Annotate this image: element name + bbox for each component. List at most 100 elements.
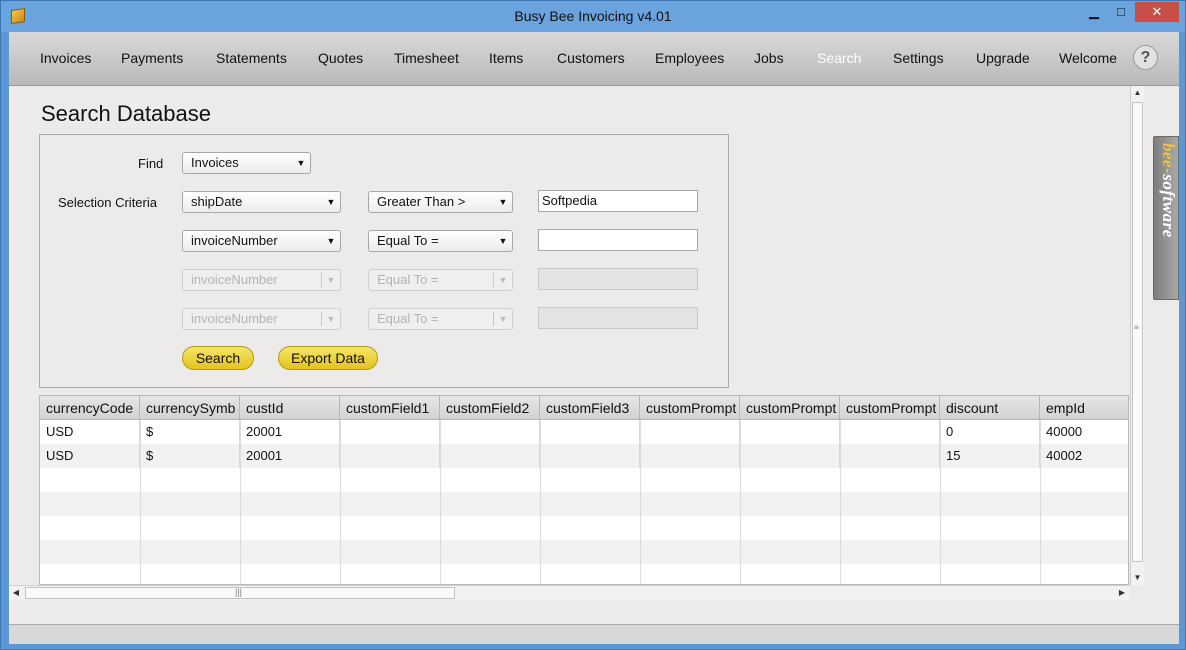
table-cell: $: [140, 420, 240, 444]
table-cell: [340, 420, 440, 444]
table-cell: 15: [940, 444, 1040, 468]
chevron-down-icon: ▼: [326, 236, 336, 246]
column-header[interactable]: customPrompt: [640, 396, 740, 420]
chevron-down-icon: ▼: [498, 275, 508, 285]
chevron-down-icon: ▼: [326, 197, 336, 207]
criteria-field-dropdown-2[interactable]: invoiceNumber ▼: [182, 230, 341, 252]
nav-search[interactable]: Search: [817, 50, 861, 66]
column-header[interactable]: empId: [1040, 396, 1128, 420]
nav-employees[interactable]: Employees: [655, 50, 724, 66]
nav-customers[interactable]: Customers: [557, 50, 625, 66]
table-cell: 40000: [1040, 420, 1128, 444]
minimize-button[interactable]: ▁: [1082, 2, 1106, 22]
vertical-scroll-thumb[interactable]: [1132, 102, 1143, 562]
empty-row: [40, 468, 1128, 492]
criteria-field-dropdown-1[interactable]: shipDate ▼: [182, 191, 341, 213]
horizontal-scrollbar[interactable]: ◀ ||| ▶: [9, 585, 1129, 600]
column-header[interactable]: customPrompt: [740, 396, 840, 420]
table-header: currencyCode currencySymb custId customF…: [40, 396, 1128, 420]
table-cell: [340, 444, 440, 468]
export-data-button[interactable]: Export Data: [278, 346, 378, 370]
table-cell: [540, 444, 640, 468]
table-cell: [840, 420, 940, 444]
nav-timesheet[interactable]: Timesheet: [394, 50, 459, 66]
help-icon[interactable]: ?: [1133, 45, 1158, 70]
brand-logo-text: bee-software: [1159, 143, 1178, 238]
column-header[interactable]: currencyCode: [40, 396, 140, 420]
table-cell: [440, 444, 540, 468]
chevron-down-icon: ▼: [296, 158, 306, 168]
grip-icon: ≡: [1134, 323, 1139, 332]
scroll-up-icon[interactable]: ▲: [1131, 86, 1144, 100]
table-cell: 0: [940, 420, 1040, 444]
search-button[interactable]: Search: [182, 346, 254, 370]
results-table: currencyCode currencySymb custId customF…: [39, 395, 1129, 585]
empty-row: [40, 564, 1128, 584]
selection-criteria-label: Selection Criteria: [58, 195, 157, 210]
column-header[interactable]: customPrompt: [840, 396, 940, 420]
criteria-field-value: invoiceNumber: [191, 311, 278, 326]
maximize-button[interactable]: □: [1109, 2, 1133, 22]
nav-settings[interactable]: Settings: [893, 50, 944, 66]
empty-row: [40, 516, 1128, 540]
criteria-field-dropdown-3: invoiceNumber ▼: [182, 269, 341, 291]
nav-upgrade[interactable]: Upgrade: [976, 50, 1030, 66]
criteria-value-input-4: [538, 307, 698, 329]
criteria-field-dropdown-4: invoiceNumber ▼: [182, 308, 341, 330]
nav-statements[interactable]: Statements: [216, 50, 287, 66]
scroll-right-icon[interactable]: ▶: [1115, 586, 1129, 600]
chevron-down-icon: ▼: [498, 197, 508, 207]
table-cell: [640, 444, 740, 468]
title-bar[interactable]: Busy Bee Invoicing v4.01 ▁ □ ✕: [1, 1, 1185, 32]
table-row[interactable]: USD $ 20001 15 40002: [40, 444, 1128, 468]
table-row[interactable]: USD $ 20001 0 40000: [40, 420, 1128, 444]
find-dropdown-value: Invoices: [191, 155, 239, 170]
criteria-value-input-1[interactable]: Softpedia: [538, 190, 698, 212]
empty-row: [40, 492, 1128, 516]
criteria-field-value: invoiceNumber: [191, 233, 278, 248]
scroll-left-icon[interactable]: ◀: [9, 586, 23, 600]
column-header[interactable]: customField2: [440, 396, 540, 420]
page-title: Search Database: [41, 101, 211, 126]
criteria-operator-dropdown-1[interactable]: Greater Than > ▼: [368, 191, 513, 213]
app-window: Busy Bee Invoicing v4.01 ▁ □ ✕ Invoices …: [0, 0, 1186, 650]
chevron-down-icon: ▼: [498, 314, 508, 324]
chevron-down-icon: ▼: [326, 275, 336, 285]
table-cell: $: [140, 444, 240, 468]
find-label: Find: [138, 156, 164, 171]
bee-software-brand-tab[interactable]: bee-software: [1153, 136, 1179, 300]
nav-quotes[interactable]: Quotes: [318, 50, 363, 66]
find-dropdown[interactable]: Invoices ▼: [182, 152, 311, 174]
nav-jobs[interactable]: Jobs: [754, 50, 784, 66]
criteria-field-value: invoiceNumber: [191, 272, 278, 287]
column-header[interactable]: custId: [240, 396, 340, 420]
column-header[interactable]: currencySymb: [140, 396, 240, 420]
empty-row: [40, 540, 1128, 564]
column-header[interactable]: customField3: [540, 396, 640, 420]
window-title: Busy Bee Invoicing v4.01: [514, 8, 672, 24]
criteria-operator-dropdown-2[interactable]: Equal To = ▼: [368, 230, 513, 252]
criteria-field-value: shipDate: [191, 194, 243, 209]
status-bar: [9, 624, 1179, 644]
column-header[interactable]: discount: [940, 396, 1040, 420]
table-cell: [540, 420, 640, 444]
criteria-operator-dropdown-4: Equal To = ▼: [368, 308, 513, 330]
table-cell: [740, 420, 840, 444]
nav-welcome[interactable]: Welcome: [1059, 50, 1117, 66]
grip-icon: |||: [235, 587, 243, 597]
column-header[interactable]: customField1: [340, 396, 440, 420]
nav-items[interactable]: Items: [489, 50, 523, 66]
criteria-value-input-3: [538, 268, 698, 290]
vertical-scrollbar[interactable]: ▲ ≡ ▼: [1130, 86, 1144, 585]
search-content: Search Database Find Invoices ▼ Selectio…: [9, 86, 1129, 601]
scroll-down-icon[interactable]: ▼: [1131, 571, 1144, 585]
criteria-operator-value: Greater Than >: [377, 194, 466, 209]
chevron-down-icon: ▼: [498, 236, 508, 246]
nav-invoices[interactable]: Invoices: [40, 50, 91, 66]
nav-payments[interactable]: Payments: [121, 50, 183, 66]
close-button[interactable]: ✕: [1135, 2, 1179, 22]
criteria-operator-value: Equal To =: [377, 311, 439, 326]
criteria-value-input-2[interactable]: [538, 229, 698, 251]
main-navbar: Invoices Payments Statements Quotes Time…: [9, 32, 1179, 86]
table-cell: [640, 420, 740, 444]
